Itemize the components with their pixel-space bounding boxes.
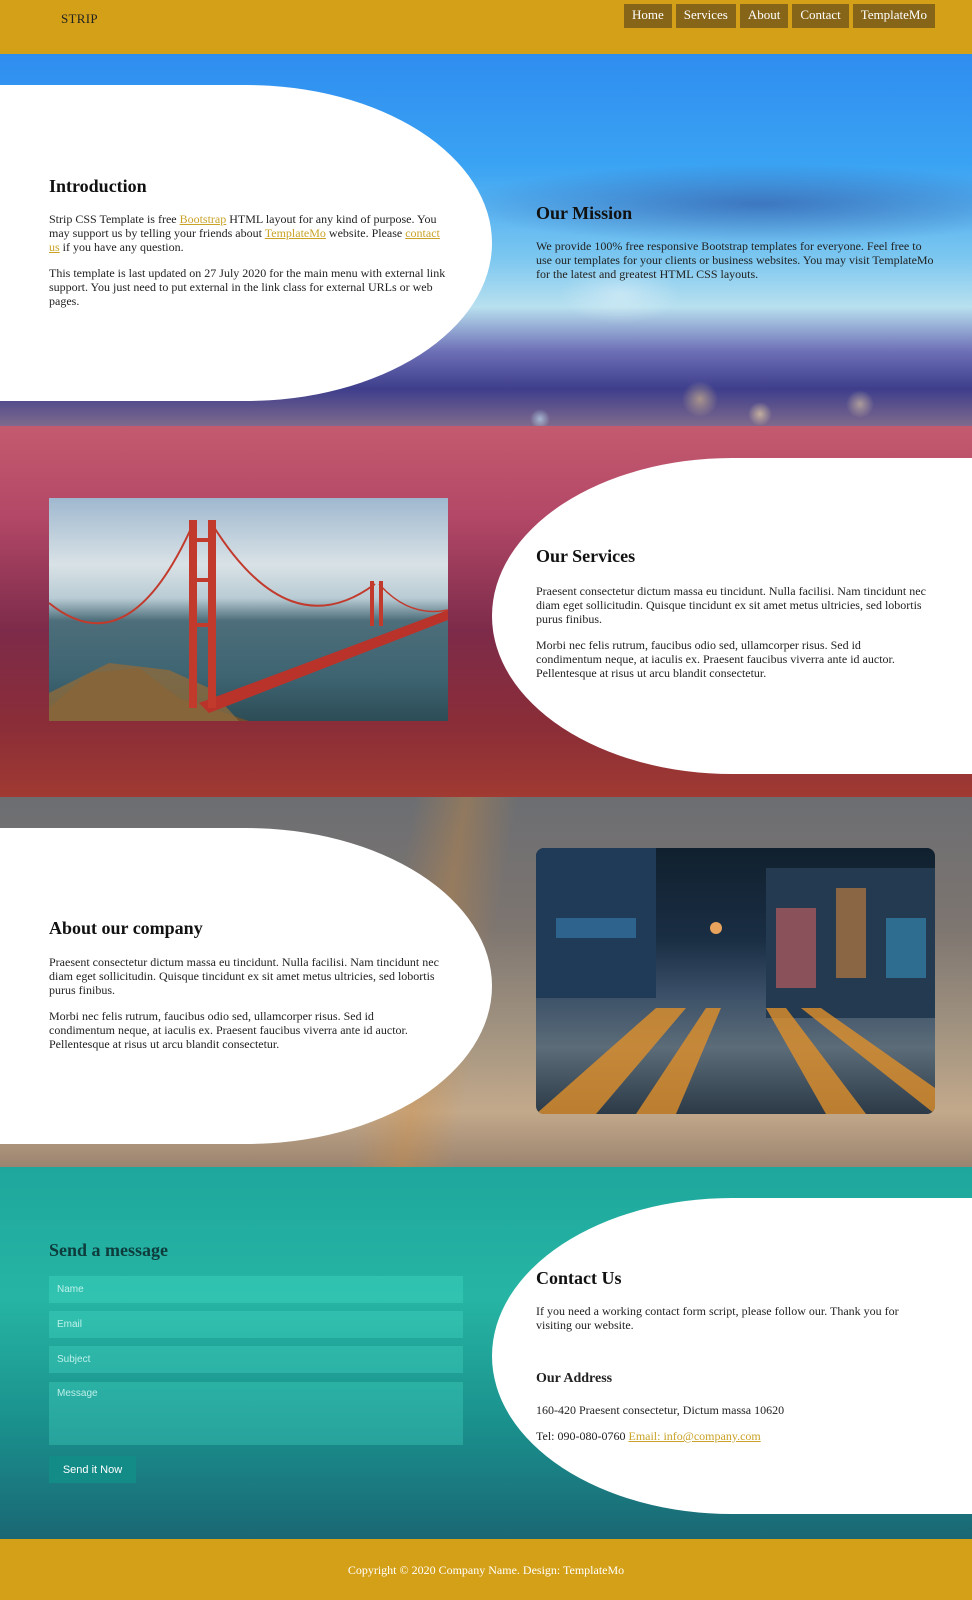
intro-title: Introduction <box>49 176 147 196</box>
mission-text: We provide 100% free responsive Bootstra… <box>536 239 934 281</box>
contact-title: Contact Us <box>536 1268 622 1288</box>
bridge-illustration <box>49 520 448 721</box>
nav-templatemo-link[interactable]: TemplateMo <box>852 4 935 28</box>
phone-text: Tel: 090-080-0760 <box>536 1429 629 1443</box>
footer-copyright: Copyright © 2020 Company Name. Design: T… <box>347 1563 625 1577</box>
message-textarea[interactable] <box>49 1382 463 1445</box>
services-paragraph-2: Morbi nec felis rutrum, faucibus odio se… <box>536 638 895 680</box>
footer: Copyright © 2020 Company Name. Design: T… <box>0 1539 972 1600</box>
nav-about-link[interactable]: About <box>739 4 789 28</box>
about-paragraph-1: Praesent consectetur dictum massa eu tin… <box>49 955 439 997</box>
top-navbar: STRIP Home Services About Contact Templa… <box>0 0 972 54</box>
brand-logo[interactable]: STRIP <box>61 11 98 27</box>
contact-panel <box>492 1198 972 1514</box>
subject-input[interactable] <box>49 1346 463 1373</box>
name-input[interactable] <box>49 1276 463 1303</box>
city-street-image <box>536 848 935 1114</box>
address-title: Our Address <box>536 1371 613 1386</box>
bootstrap-link[interactable]: Bootstrap <box>180 212 227 226</box>
contact-phone-email: Tel: 090-080-0760 Email: info@company.co… <box>536 1429 761 1443</box>
services-title: Our Services <box>536 546 636 566</box>
email-input[interactable] <box>49 1311 463 1338</box>
intro-paragraph-2: This template is last updated on 27 July… <box>49 266 446 308</box>
nav-home-link[interactable]: Home <box>623 4 672 28</box>
intro-paragraph-1: Strip CSS Template is free Bootstrap HTM… <box>49 212 440 254</box>
form-title: Send a message <box>49 1240 169 1260</box>
email-link[interactable]: Email: info@company.com <box>628 1429 760 1443</box>
mission-title: Our Mission <box>536 203 633 223</box>
about-title: About our company <box>49 918 203 938</box>
services-paragraph-1: Praesent consectetur dictum massa eu tin… <box>536 584 926 626</box>
nav-services-link[interactable]: Services <box>675 4 736 28</box>
address-text: 160-420 Praesent consectetur, Dictum mas… <box>536 1403 785 1417</box>
main-menu: Home Services About Contact TemplateMo <box>623 4 935 28</box>
nav-contact-link[interactable]: Contact <box>792 4 849 28</box>
templatemo-link[interactable]: TemplateMo <box>265 226 326 240</box>
golden-gate-bridge-image <box>49 498 448 721</box>
contact-text: If you need a working contact form scrip… <box>536 1304 899 1332</box>
send-message-button[interactable]: Send it Now <box>49 1456 136 1483</box>
about-paragraph-2: Morbi nec felis rutrum, faucibus odio se… <box>49 1009 408 1051</box>
street-illustration <box>536 848 935 1114</box>
